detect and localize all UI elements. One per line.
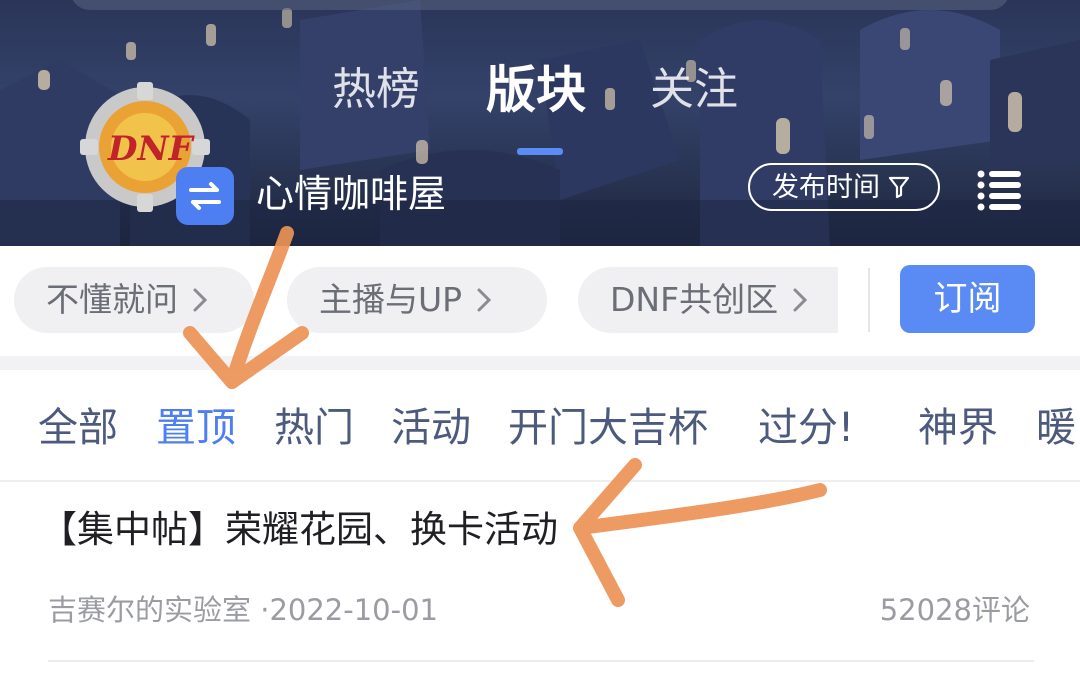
sort-by-publish-time-button[interactable]: 发布时间	[748, 163, 940, 211]
chevron-right-icon	[793, 288, 808, 312]
chip-label: 主播与UP	[319, 280, 463, 319]
chips-scroll-area[interactable]: 不懂就问 主播与UP DNF共创区	[0, 246, 838, 358]
chip-label: 不懂就问	[46, 280, 178, 319]
category-tab-divine-realm[interactable]: 神界	[918, 400, 998, 456]
post-author[interactable]: 吉赛尔的实验室	[48, 593, 251, 627]
chip-label: DNF共创区	[610, 280, 779, 319]
arrow-to-post-title	[573, 483, 827, 535]
tab-following[interactable]: 关注	[650, 60, 738, 120]
chevron-right-icon	[477, 288, 492, 312]
tab-boards[interactable]: 版块	[486, 60, 586, 120]
arrow-head-post	[573, 458, 642, 607]
category-tabs: 全部 置顶 热门 活动 开门大吉杯 过分! 神界 暖	[0, 370, 1080, 482]
category-tab-events[interactable]: 活动	[391, 400, 471, 456]
tab-hot-list[interactable]: 热榜	[332, 60, 420, 120]
category-tab-pinned[interactable]: 置顶	[156, 400, 236, 456]
category-tab-too-much[interactable]: 过分!	[758, 400, 854, 456]
board-name: 心情咖啡屋	[256, 172, 447, 216]
switch-arrows-icon	[189, 182, 221, 210]
post-divider	[48, 660, 1034, 662]
active-tab-indicator	[517, 148, 563, 155]
post-date: ·2022-10-01	[260, 593, 438, 627]
menu-icon[interactable]	[975, 166, 1025, 214]
chip-ask-questions[interactable]: 不懂就问	[14, 267, 254, 333]
post-meta: 吉赛尔的实验室 ·2022-10-01	[48, 588, 438, 632]
board-header: 热榜 版块 关注 DNF 心情咖啡屋 发布时间	[0, 0, 1080, 246]
switch-board-button[interactable]	[176, 167, 234, 225]
chevron-right-icon	[193, 288, 208, 312]
logo-text: DNF	[107, 129, 196, 169]
category-tab-kaimen-cup[interactable]: 开门大吉杯	[508, 400, 708, 456]
category-divider	[0, 480, 1080, 482]
subscribe-button[interactable]: 订阅	[900, 265, 1035, 333]
sort-label: 发布时间	[772, 171, 880, 203]
category-tab-warm[interactable]: 暖	[1036, 400, 1076, 456]
post-comment-count: 52028评论	[879, 593, 1030, 627]
search-bar[interactable]	[70, 0, 1010, 10]
filter-icon	[888, 176, 910, 199]
chip-streamers-and-up[interactable]: 主播与UP	[287, 267, 547, 333]
post-title[interactable]: 【集中帖】荣耀花园、换卡活动	[40, 502, 558, 558]
section-divider	[0, 356, 1080, 370]
chip-dnf-co-creation[interactable]: DNF共创区	[578, 267, 838, 333]
category-tab-all[interactable]: 全部	[38, 400, 118, 456]
chips-divider	[868, 268, 870, 332]
category-tab-hot[interactable]: 热门	[274, 400, 354, 456]
